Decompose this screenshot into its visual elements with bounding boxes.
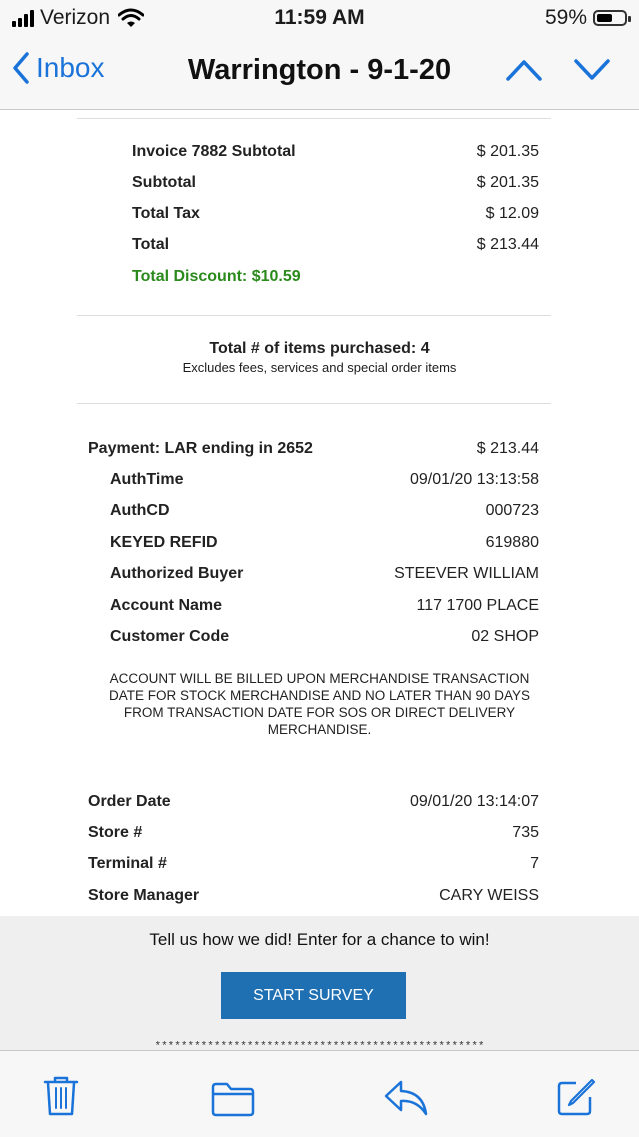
- email-body: Invoice 7882 Subtotal $ 201.35 Subtotal …: [0, 110, 639, 1050]
- payment-detail-value: STEEVER WILLIAM: [394, 565, 539, 582]
- items-note: Excludes fees, services and special orde…: [182, 360, 457, 375]
- next-message-icon[interactable]: [574, 58, 610, 82]
- totals-row: Total Tax: [132, 205, 200, 222]
- payment-detail-label: AuthTime: [110, 471, 184, 488]
- survey-section: Tell us how we did! Enter for a chance t…: [0, 916, 639, 1053]
- order-label: Store #: [88, 824, 143, 841]
- status-bar: Verizon 11:59 AM 59%: [0, 0, 639, 36]
- divider: [77, 118, 551, 119]
- divider: [77, 403, 551, 404]
- battery-percent: 59%: [544, 6, 587, 29]
- compose-icon[interactable]: [556, 1077, 596, 1117]
- totals-value: $ 12.09: [485, 205, 539, 222]
- order-value: 09/01/20 13:14:07: [409, 793, 539, 810]
- folder-icon[interactable]: [211, 1081, 255, 1117]
- battery-icon: [593, 10, 631, 26]
- payment-label: Payment: LAR ending in 2652: [88, 440, 313, 457]
- totals-value: $ 201.35: [476, 174, 539, 191]
- payment-amount: $ 213.44: [476, 440, 539, 457]
- bottom-toolbar: [0, 1050, 639, 1137]
- billing-note: ACCOUNT WILL BE BILLED UPON MERCHANDISE …: [108, 671, 531, 737]
- totals-value: $ 213.44: [476, 236, 539, 253]
- totals-row: Total: [132, 236, 170, 253]
- payment-detail-value: 02 SHOP: [471, 628, 539, 645]
- totals-row: Subtotal: [132, 174, 196, 191]
- reply-icon[interactable]: [383, 1079, 429, 1117]
- payment-detail-value: 619880: [485, 534, 539, 551]
- payment-detail-label: Customer Code: [110, 628, 230, 645]
- message-subject: Warrington - 9-1-20: [187, 54, 452, 86]
- totals-value: $ 201.35: [476, 143, 539, 160]
- total-discount: Total Discount: $10.59: [132, 268, 301, 285]
- battery-status: 59%: [544, 6, 631, 30]
- order-value: 735: [512, 824, 539, 841]
- nav-bar: Inbox Warrington - 9-1-20: [0, 36, 639, 110]
- payment-detail-label: Authorized Buyer: [110, 565, 244, 582]
- divider: [77, 315, 551, 316]
- payment-detail-value: 000723: [485, 502, 539, 519]
- payment-detail-label: KEYED REFID: [110, 534, 218, 551]
- payment-detail-label: Account Name: [110, 597, 223, 614]
- items-count: Total # of items purchased: 4: [209, 340, 430, 357]
- order-label: Store Manager: [88, 887, 200, 904]
- payment-detail-value: 117 1700 PLACE: [416, 597, 539, 614]
- payment-detail-value: 09/01/20 13:13:58: [409, 471, 539, 488]
- order-label: Order Date: [88, 793, 171, 810]
- order-value: CARY WEISS: [439, 887, 539, 904]
- order-label: Terminal #: [88, 855, 167, 872]
- start-survey-button[interactable]: START SURVEY: [221, 972, 406, 1019]
- totals-row: Invoice 7882 Subtotal: [132, 143, 296, 160]
- trash-icon[interactable]: [43, 1075, 79, 1117]
- previous-message-icon[interactable]: [506, 58, 542, 82]
- payment-detail-label: AuthCD: [110, 502, 170, 519]
- clock: 11:59 AM: [274, 6, 365, 29]
- survey-message: Tell us how we did! Enter for a chance t…: [149, 930, 490, 949]
- order-value: 7: [530, 855, 539, 872]
